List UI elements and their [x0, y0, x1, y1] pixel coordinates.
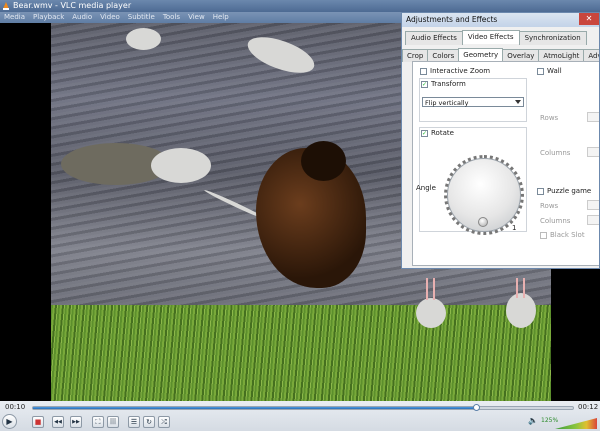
puzzle-label: Puzzle game — [547, 187, 592, 195]
vlc-cone-icon — [3, 2, 9, 10]
angle-label: Angle — [416, 184, 436, 192]
previous-button[interactable]: ◀◀ — [52, 416, 64, 428]
volume-percent: 125% — [541, 417, 559, 424]
menu-audio[interactable]: Audio — [68, 12, 96, 23]
stop-button[interactable]: ■ — [32, 416, 44, 428]
menu-video[interactable]: Video — [96, 12, 124, 23]
menu-playback[interactable]: Playback — [29, 12, 68, 23]
menu-view[interactable]: View — [184, 12, 209, 23]
wall-label: Wall — [547, 67, 562, 75]
transform-group: ✓ Transform Flip vertically — [419, 78, 527, 122]
menu-help[interactable]: Help — [209, 12, 233, 23]
seek-bar[interactable] — [32, 404, 574, 411]
random-button[interactable]: ⤮ — [158, 416, 170, 428]
rotate-checkbox[interactable]: ✓ — [421, 130, 428, 137]
playback-controls: 00:10 00:12 ▶ ■ ◀◀ ▶▶ ⛶ ||| ☰ ↻ ⤮ 125% — [0, 401, 600, 431]
seek-handle[interactable] — [472, 404, 480, 411]
menu-media[interactable]: Media — [0, 12, 29, 23]
wall-columns-label: Columns — [540, 149, 571, 157]
interactive-zoom-checkbox[interactable] — [420, 68, 427, 75]
dialog-title: Adjustments and Effects — [406, 15, 498, 24]
next-button[interactable]: ▶▶ — [70, 416, 82, 428]
loop-button[interactable]: ↻ — [143, 416, 155, 428]
grass-texture — [51, 305, 551, 401]
gull-shape — [151, 148, 211, 183]
gull-shape — [506, 293, 536, 328]
tab-synchronization[interactable]: Synchronization — [518, 31, 587, 45]
window-titlebar: Bear.wmv - VLC media player — [0, 0, 600, 12]
gull-leg — [516, 278, 518, 298]
dial-knob[interactable] — [478, 217, 488, 227]
main-tabs: Audio Effects Video Effects Synchronizat… — [405, 30, 587, 45]
transform-checkbox[interactable]: ✓ — [421, 81, 428, 88]
adjustments-dialog: Adjustments and Effects ✕ Audio Effects … — [401, 12, 600, 269]
wall-checkbox[interactable] — [537, 68, 544, 75]
black-slot-label: Black Slot — [550, 231, 585, 239]
bear-head-shape — [301, 141, 346, 181]
wall-rows-spinbox[interactable] — [587, 112, 599, 122]
transform-select[interactable]: Flip vertically — [422, 97, 524, 107]
menu-subtitle[interactable]: Subtitle — [124, 12, 159, 23]
dialog-titlebar: Adjustments and Effects ✕ — [402, 13, 599, 27]
puzzle-columns-spinbox[interactable] — [587, 215, 599, 225]
geometry-panel: Interactive Zoom ✓ Transform Flip vertic… — [412, 61, 599, 266]
gull-shape — [126, 28, 161, 50]
tab-video-effects[interactable]: Video Effects — [461, 30, 520, 44]
menu-tools[interactable]: Tools — [159, 12, 184, 23]
window-title: Bear.wmv - VLC media player — [13, 1, 132, 10]
close-icon[interactable]: ✕ — [579, 13, 599, 25]
chevron-down-icon — [515, 100, 521, 104]
angle-value: 1 — [512, 224, 517, 232]
black-slot-checkbox[interactable] — [540, 232, 547, 239]
extended-settings-button[interactable]: ||| — [107, 416, 119, 428]
gull-leg — [523, 278, 525, 298]
tab-geometry[interactable]: Geometry — [458, 48, 504, 61]
gull-leg — [426, 278, 428, 300]
gull-shape — [416, 298, 446, 328]
tab-audio-effects[interactable]: Audio Effects — [405, 31, 463, 45]
seek-bar-fill — [33, 407, 476, 409]
transform-select-value: Flip vertically — [425, 99, 469, 107]
playlist-button[interactable]: ☰ — [128, 416, 140, 428]
puzzle-rows-spinbox[interactable] — [587, 200, 599, 210]
total-time: 00:12 — [578, 403, 599, 411]
wall-columns-spinbox[interactable] — [587, 147, 599, 157]
speaker-icon[interactable]: 🔈 — [528, 416, 538, 425]
rotation-dial[interactable] — [444, 155, 524, 235]
gull-leg — [433, 278, 435, 300]
fullscreen-button[interactable]: ⛶ — [92, 416, 104, 428]
play-button[interactable]: ▶ — [2, 414, 17, 429]
wall-rows-label: Rows — [540, 114, 559, 122]
puzzle-checkbox[interactable] — [537, 188, 544, 195]
interactive-zoom-label: Interactive Zoom — [430, 67, 491, 75]
transform-label: Transform — [431, 80, 466, 88]
elapsed-time: 00:10 — [5, 403, 26, 411]
puzzle-columns-label: Columns — [540, 217, 571, 225]
rotate-label: Rotate — [431, 129, 454, 137]
puzzle-rows-label: Rows — [540, 202, 559, 210]
